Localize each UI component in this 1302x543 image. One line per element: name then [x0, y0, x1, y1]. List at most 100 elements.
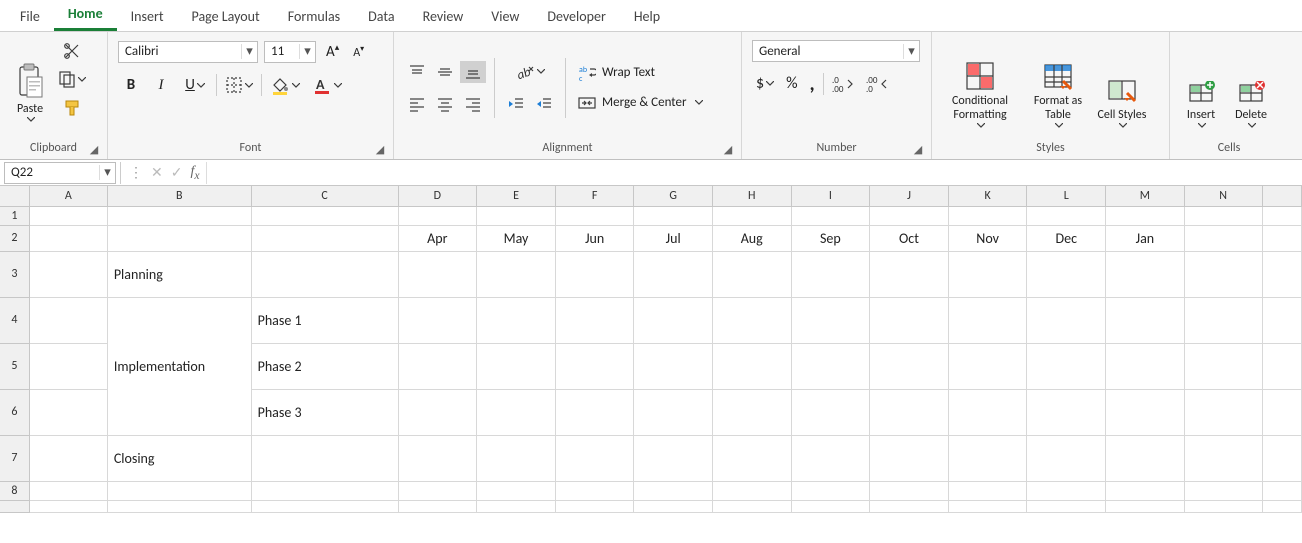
- cell-B4-merged[interactable]: Implementation: [107, 297, 251, 435]
- cell[interactable]: [870, 435, 949, 481]
- cell-I2[interactable]: Sep: [791, 225, 870, 251]
- cell[interactable]: [251, 251, 398, 297]
- cell[interactable]: [398, 389, 477, 435]
- format-as-table-button[interactable]: Format as Table: [1024, 42, 1092, 134]
- cell[interactable]: [948, 500, 1027, 512]
- tab-help[interactable]: Help: [620, 2, 674, 31]
- cell[interactable]: [791, 251, 870, 297]
- align-middle-button[interactable]: [432, 61, 458, 83]
- cell[interactable]: [1027, 206, 1106, 225]
- tab-view[interactable]: View: [477, 2, 533, 31]
- col-header-G[interactable]: G: [634, 186, 712, 206]
- cell[interactable]: [1184, 389, 1262, 435]
- cut-button[interactable]: [59, 40, 85, 62]
- col-header-C[interactable]: C: [251, 186, 398, 206]
- cell[interactable]: [1184, 343, 1262, 389]
- cell[interactable]: [107, 225, 251, 251]
- cell[interactable]: [634, 389, 712, 435]
- cell[interactable]: [477, 500, 556, 512]
- cell[interactable]: [870, 481, 949, 500]
- cell[interactable]: [1262, 206, 1301, 225]
- row-header-1[interactable]: 1: [0, 206, 29, 225]
- align-right-button[interactable]: [460, 93, 486, 115]
- col-header-M[interactable]: M: [1106, 186, 1185, 206]
- cell[interactable]: [948, 435, 1027, 481]
- font-launcher[interactable]: ◢: [373, 143, 387, 157]
- cell[interactable]: [555, 481, 634, 500]
- cell[interactable]: [1106, 435, 1185, 481]
- align-left-button[interactable]: [404, 93, 430, 115]
- cell[interactable]: [477, 297, 556, 343]
- cell-C4[interactable]: Phase 1: [251, 297, 398, 343]
- cell-J2[interactable]: Oct: [870, 225, 949, 251]
- cell[interactable]: [870, 251, 949, 297]
- cancel-formula-button[interactable]: ✕: [151, 164, 163, 181]
- tab-formulas[interactable]: Formulas: [274, 2, 354, 31]
- cell[interactable]: [1262, 297, 1301, 343]
- col-header-A[interactable]: A: [29, 186, 107, 206]
- increase-indent-button[interactable]: [531, 93, 557, 115]
- cell[interactable]: [1027, 500, 1106, 512]
- align-top-button[interactable]: [404, 61, 430, 83]
- col-header-H[interactable]: H: [712, 186, 791, 206]
- cell-C5[interactable]: Phase 2: [251, 343, 398, 389]
- spreadsheet-grid[interactable]: A B C D E F G H I J K L M N 1 2 Apr May …: [0, 186, 1302, 513]
- tab-review[interactable]: Review: [409, 2, 478, 31]
- cell[interactable]: [634, 500, 712, 512]
- merge-center-button[interactable]: Merge & Center: [574, 92, 707, 114]
- cell[interactable]: [1184, 206, 1262, 225]
- cell[interactable]: [477, 435, 556, 481]
- cell[interactable]: [29, 481, 107, 500]
- cell[interactable]: [555, 206, 634, 225]
- row-header-7[interactable]: 7: [0, 435, 29, 481]
- bold-button[interactable]: B: [118, 74, 144, 96]
- fx-icon[interactable]: fx: [190, 164, 199, 182]
- cell[interactable]: [29, 225, 107, 251]
- tab-insert[interactable]: Insert: [117, 2, 178, 31]
- insert-cells-button[interactable]: Insert: [1176, 42, 1226, 134]
- row-header-4[interactable]: 4: [0, 297, 29, 343]
- col-header-N[interactable]: N: [1184, 186, 1262, 206]
- enter-formula-button[interactable]: ✓: [171, 164, 183, 181]
- col-header-F[interactable]: F: [555, 186, 634, 206]
- cell[interactable]: [477, 389, 556, 435]
- col-header-K[interactable]: K: [948, 186, 1027, 206]
- cell[interactable]: [870, 500, 949, 512]
- font-name-combo[interactable]: Calibri ▾: [118, 41, 258, 63]
- cell[interactable]: [29, 297, 107, 343]
- cell-K2[interactable]: Nov: [948, 225, 1027, 251]
- cell[interactable]: [1184, 251, 1262, 297]
- cell[interactable]: [870, 206, 949, 225]
- cell[interactable]: [634, 343, 712, 389]
- cell[interactable]: [398, 297, 477, 343]
- row-header-5[interactable]: 5: [0, 343, 29, 389]
- cell[interactable]: [1106, 481, 1185, 500]
- decrease-font-button[interactable]: A▾: [349, 42, 368, 62]
- clipboard-launcher[interactable]: ◢: [87, 143, 101, 157]
- cell[interactable]: [398, 206, 477, 225]
- row-header-3[interactable]: 3: [0, 251, 29, 297]
- cell[interactable]: [712, 343, 791, 389]
- formula-input[interactable]: [206, 162, 1302, 184]
- cell[interactable]: [29, 500, 107, 512]
- cell-styles-button[interactable]: Cell Styles: [1094, 42, 1150, 134]
- col-header-I[interactable]: I: [791, 186, 870, 206]
- fill-color-button[interactable]: [266, 73, 304, 97]
- cell-G2[interactable]: Jul: [634, 225, 712, 251]
- tab-developer[interactable]: Developer: [533, 2, 619, 31]
- delete-cells-button[interactable]: Delete: [1226, 42, 1276, 134]
- cell[interactable]: [712, 206, 791, 225]
- cell[interactable]: [1184, 481, 1262, 500]
- cell[interactable]: [398, 343, 477, 389]
- accounting-format-button[interactable]: $: [752, 72, 778, 95]
- cell[interactable]: [477, 343, 556, 389]
- cell[interactable]: [29, 251, 107, 297]
- copy-button[interactable]: [54, 68, 90, 90]
- cell[interactable]: [251, 435, 398, 481]
- cell[interactable]: [948, 297, 1027, 343]
- cell[interactable]: [398, 435, 477, 481]
- decrease-decimal-button[interactable]: .00.0: [862, 73, 892, 95]
- percent-format-button[interactable]: %: [782, 72, 801, 95]
- cell-M2[interactable]: Jan: [1106, 225, 1185, 251]
- cell[interactable]: [1262, 435, 1301, 481]
